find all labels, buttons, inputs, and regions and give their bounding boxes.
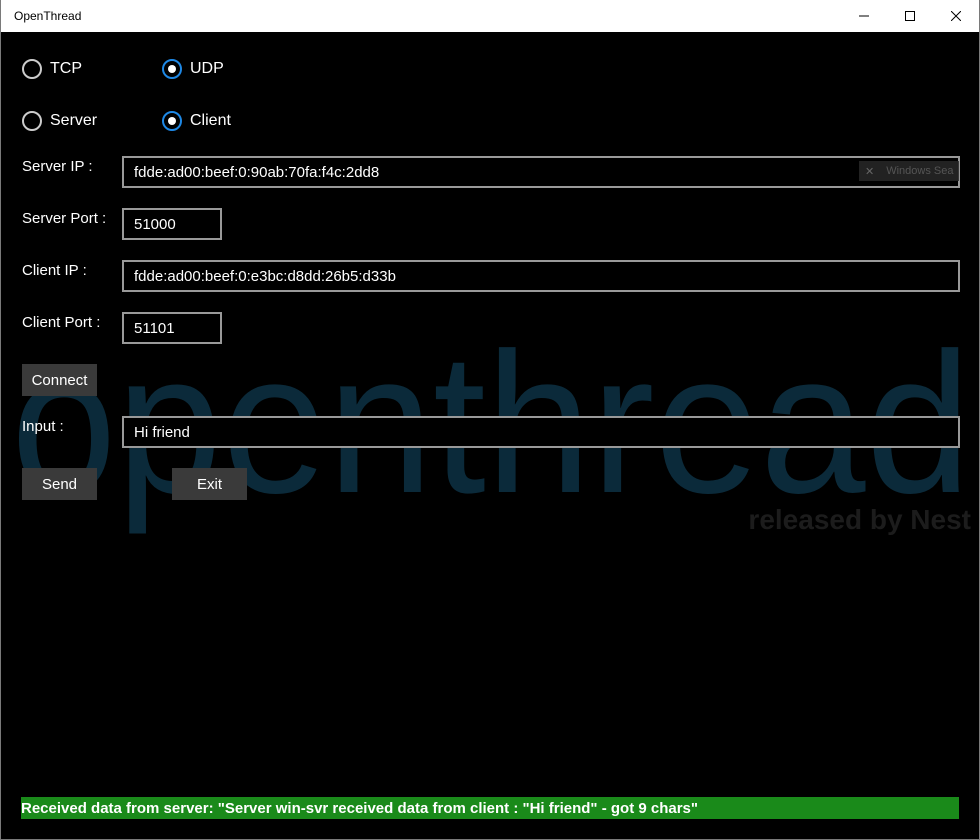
watermark-tagline: released by Nest [748,504,971,535]
message-input[interactable] [122,416,960,448]
input-label: Input : [22,418,64,435]
exit-button[interactable]: Exit [172,468,247,500]
radio-tcp-label: TCP [50,60,82,77]
radio-client[interactable]: Client [162,111,231,131]
server-port-label: Server Port : [22,210,107,227]
windows-search-overlay: ✕ Windows Sea [859,161,959,181]
radio-udp-label: UDP [190,60,224,77]
client-port-input[interactable] [122,312,222,344]
radio-tcp-indicator [22,59,42,79]
radio-server-indicator [22,111,42,131]
radio-udp[interactable]: UDP [162,59,224,79]
server-ip-label: Server IP : [22,158,93,175]
radio-server[interactable]: Server [22,111,97,131]
close-button[interactable] [933,0,979,32]
title-bar[interactable]: OpenThread [1,0,979,32]
connect-button[interactable]: Connect [22,364,97,396]
client-port-label: Client Port : [22,314,101,331]
radio-client-label: Client [190,112,231,129]
maximize-button[interactable] [887,0,933,32]
minimize-button[interactable] [841,0,887,32]
server-port-input[interactable] [122,208,222,240]
app-window: OpenThread openthread released by Nest T… [0,0,980,840]
server-ip-input[interactable] [122,156,960,188]
radio-tcp[interactable]: TCP [22,59,82,79]
client-ip-label: Client IP : [22,262,87,279]
window-title: OpenThread [14,9,82,23]
client-ip-input[interactable] [122,260,960,292]
send-button[interactable]: Send [22,468,97,500]
radio-udp-indicator [162,59,182,79]
overlay-close-icon: ✕ [865,165,875,178]
radio-client-indicator [162,111,182,131]
radio-server-label: Server [50,112,98,129]
status-message: Received data from server: "Server win-s… [21,799,699,817]
overlay-search-hint: Windows Sea [886,165,954,177]
main-content: openthread released by Nest TCP UDP Serv… [1,32,979,840]
status-bar: Received data from server: "Server win-s… [21,797,959,819]
minimize-icon [859,15,869,17]
maximize-icon [905,11,915,21]
close-icon [951,11,961,21]
